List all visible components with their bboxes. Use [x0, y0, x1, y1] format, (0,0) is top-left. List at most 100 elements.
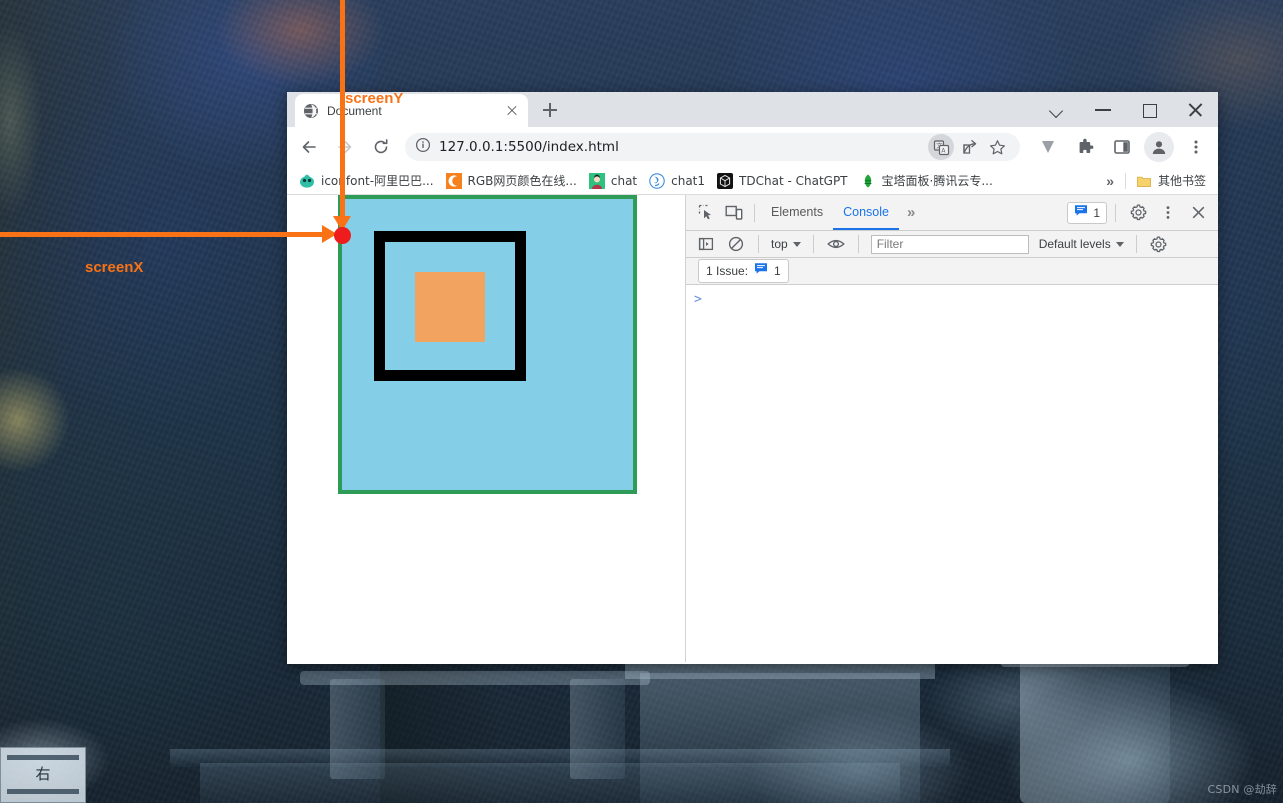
- maximize-button[interactable]: [1126, 92, 1172, 127]
- share-icon[interactable]: [956, 134, 982, 160]
- other-bookmarks-folder[interactable]: 其他书签: [1130, 170, 1212, 191]
- inner-box-div[interactable]: [415, 272, 485, 342]
- rgb-favicon: [445, 172, 462, 189]
- sidepanel-icon[interactable]: [1107, 132, 1137, 162]
- bookmark-item[interactable]: chat: [583, 171, 643, 191]
- issue-message-icon: [754, 262, 768, 280]
- tab-elements[interactable]: Elements: [761, 195, 833, 230]
- issue-chip-label: 1 Issue:: [706, 264, 749, 278]
- inspect-element-icon[interactable]: [692, 200, 720, 226]
- bookmark-item[interactable]: 宝塔面板·腾讯云专...: [854, 170, 999, 191]
- browser-content: Elements Console » 1 top Filter Default …: [287, 195, 1218, 662]
- log-levels-selector[interactable]: Default levels: [1035, 237, 1128, 251]
- info-circle-icon[interactable]: [415, 137, 431, 158]
- tab-console[interactable]: Console: [833, 195, 899, 230]
- baota-favicon: [860, 173, 876, 189]
- console-context-selector[interactable]: top: [767, 237, 805, 251]
- bookmark-item[interactable]: TDChat - ChatGPT: [711, 171, 853, 191]
- console-input[interactable]: [702, 291, 1210, 309]
- chevron-down-icon: [1115, 241, 1124, 247]
- tdchat-favicon: [717, 172, 734, 189]
- bookmark-label: chat1: [671, 173, 706, 188]
- bookmark-item[interactable]: iconfont-阿里巴巴...: [293, 170, 440, 191]
- console-prompt-caret: >: [694, 292, 702, 307]
- issues-counter-button[interactable]: 1: [1067, 201, 1107, 224]
- devtools-close-icon[interactable]: [1184, 200, 1212, 226]
- bookmark-label: chat: [610, 173, 638, 188]
- bookmarks-bar: iconfont-阿里巴巴... RGB网页颜色在线... chat chat1…: [287, 167, 1218, 195]
- devtools-toolbar-right: 1: [1067, 200, 1212, 226]
- divider: [1124, 172, 1126, 189]
- wallpaper-step-lower: [200, 763, 900, 803]
- other-bookmarks-label: 其他书签: [1157, 174, 1206, 188]
- console-settings-gear-icon[interactable]: [1145, 231, 1173, 257]
- browser-toolbar: 127.0.0.1:5500/index.html 文 A: [287, 127, 1218, 167]
- profile-avatar-icon[interactable]: [1144, 132, 1174, 162]
- wallpaper-lantern-base: [1020, 653, 1170, 803]
- csdn-watermark: CSDN @劫辞: [1207, 783, 1277, 796]
- chat1-favicon: [649, 172, 665, 189]
- issue-summary-chip[interactable]: 1 Issue: 1: [698, 259, 789, 283]
- gear-icon[interactable]: [1124, 200, 1152, 226]
- browser-tab-document[interactable]: Document: [295, 94, 528, 127]
- devtools-toolbar: Elements Console » 1: [686, 195, 1218, 231]
- vimium-v-icon[interactable]: [1033, 132, 1063, 162]
- chrome-browser-window: Document 127.0.0.1:5500/index.html A ico…: [287, 92, 1218, 664]
- console-filter-bar: top Default levels: [686, 231, 1218, 258]
- forward-button[interactable]: [330, 132, 360, 162]
- extension-area: [1026, 132, 1214, 162]
- chevron-down-icon[interactable]: [1034, 92, 1080, 127]
- clear-console-icon[interactable]: [722, 231, 750, 257]
- signboard-text: 右: [35, 765, 51, 783]
- issues-count: 1: [1093, 205, 1100, 220]
- folder-icon: [1136, 173, 1152, 189]
- three-dot-menu-icon[interactable]: [1181, 132, 1211, 162]
- devtools-panel: Elements Console » 1 top Filter Default …: [686, 195, 1218, 662]
- close-icon[interactable]: [504, 103, 520, 119]
- translate-icon[interactable]: 文 A: [928, 134, 954, 160]
- signboard-bar: [7, 789, 79, 794]
- issue-chip-count: 1: [774, 264, 781, 278]
- console-filter-input[interactable]: [870, 234, 1029, 254]
- more-tabs-button[interactable]: »: [899, 204, 921, 221]
- tab-title: Document: [327, 103, 382, 118]
- chat-avatar-favicon: [588, 172, 605, 189]
- wallpaper-signboard: 右: [0, 747, 86, 803]
- reload-button[interactable]: [366, 132, 396, 162]
- three-dot-vertical-icon[interactable]: [1154, 200, 1182, 226]
- outer-box-div[interactable]: [338, 195, 637, 494]
- live-expressions-eye-icon[interactable]: [822, 231, 850, 257]
- globe-favicon: [303, 103, 319, 119]
- issue-message-icon: [1074, 204, 1088, 222]
- puzzle-extensions-icon[interactable]: [1070, 132, 1100, 162]
- tab-strip: Document: [287, 92, 1218, 127]
- divider: [758, 235, 759, 253]
- levels-value: Default levels: [1038, 237, 1111, 251]
- console-issues-bar: 1 Issue: 1: [686, 258, 1218, 285]
- divider: [857, 235, 859, 253]
- bookmark-label: 宝塔面板·腾讯云专...: [881, 174, 993, 188]
- divider: [754, 203, 755, 222]
- iconfont-favicon: [299, 173, 315, 189]
- window-close-button[interactable]: [1172, 92, 1218, 127]
- middle-box-div[interactable]: [374, 231, 526, 381]
- console-sidebar-icon[interactable]: [692, 231, 720, 257]
- url-text[interactable]: 127.0.0.1:5500/index.html: [439, 139, 928, 155]
- back-button[interactable]: [294, 132, 324, 162]
- star-icon[interactable]: [984, 134, 1010, 160]
- address-bar[interactable]: 127.0.0.1:5500/index.html 文 A: [405, 133, 1020, 161]
- console-prompt-row[interactable]: >: [686, 291, 1218, 311]
- console-output[interactable]: >: [686, 285, 1218, 662]
- device-toolbar-icon[interactable]: [720, 200, 748, 226]
- context-value: top: [771, 237, 788, 251]
- minimize-button[interactable]: [1080, 92, 1126, 127]
- bookmark-item[interactable]: RGB网页颜色在线...: [440, 170, 583, 191]
- page-viewport: [287, 195, 686, 662]
- bookmark-label: RGB网页颜色在线...: [467, 174, 577, 188]
- bookmarks-overflow-button[interactable]: »: [1098, 173, 1121, 189]
- bookmark-label: iconfont-阿里巴巴...: [321, 174, 434, 188]
- divider: [1115, 203, 1116, 222]
- divider: [812, 235, 814, 253]
- bookmark-item[interactable]: chat1: [643, 171, 711, 191]
- new-tab-button[interactable]: [536, 96, 564, 124]
